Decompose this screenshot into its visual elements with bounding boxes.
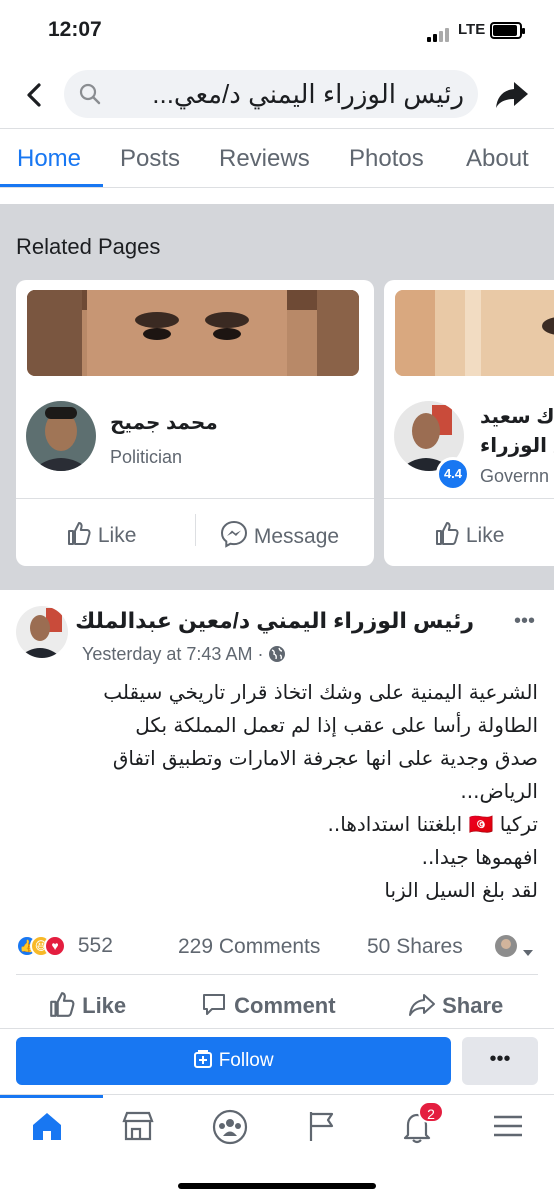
reactor-avatar-dropdown[interactable] xyxy=(494,934,534,963)
author-avatar[interactable] xyxy=(16,606,68,658)
comments-count[interactable]: 229 Comments xyxy=(178,935,320,959)
comment-action-label: Comment xyxy=(234,993,336,1018)
thumbs-up-icon xyxy=(50,992,75,1017)
thumbs-up-icon xyxy=(68,522,91,545)
post-line: صدق وجدية على انها عجرفة الامارات وتطبيق… xyxy=(112,746,538,770)
page-name-line2: س الوزراء xyxy=(480,435,554,457)
home-icon[interactable] xyxy=(30,1109,64,1143)
globe-icon xyxy=(269,646,286,662)
cover-photo xyxy=(395,290,554,376)
chevron-down-icon xyxy=(523,950,534,956)
back-arrow-icon[interactable] xyxy=(20,80,50,110)
like-button[interactable]: Like xyxy=(434,520,504,548)
notifications-badge: 2 xyxy=(418,1101,444,1123)
tab-about[interactable]: About xyxy=(466,145,529,173)
tab-photos[interactable]: Photos xyxy=(349,145,424,173)
battery-icon xyxy=(490,22,525,39)
like-label: Like xyxy=(97,524,137,547)
active-tab-indicator xyxy=(0,184,103,187)
flag-icon[interactable] xyxy=(306,1109,338,1143)
follow-label: Follow xyxy=(218,1050,274,1071)
more-options-button[interactable]: ••• xyxy=(462,1037,538,1085)
messenger-icon xyxy=(220,520,248,548)
post-line: الرياض... xyxy=(460,779,538,803)
post-line: تركيا 🇹🇳 ابلغتنا استدادها.. xyxy=(327,812,538,836)
follow-bar: Follow ••• xyxy=(0,1028,554,1094)
share-action[interactable]: Share xyxy=(408,990,503,1019)
marketplace-icon[interactable] xyxy=(121,1109,155,1143)
message-button[interactable]: Message xyxy=(220,520,339,549)
thumbs-up-icon xyxy=(436,522,459,545)
comment-action[interactable]: Comment xyxy=(200,990,336,1019)
bottom-navigation: 2 xyxy=(0,1094,554,1200)
post-line: الطاولة رأسا على عقب إذا لم تعمل المملكة… xyxy=(135,713,538,737)
divider xyxy=(16,498,374,499)
follow-button[interactable]: Follow xyxy=(16,1037,451,1085)
post-author[interactable]: رئيس الوزراء اليمني د/معين عبدالملك xyxy=(75,608,474,634)
tab-home[interactable]: Home xyxy=(17,145,81,173)
share-icon xyxy=(409,994,435,1016)
cover-photo xyxy=(27,290,359,376)
comment-icon xyxy=(203,994,225,1015)
follow-icon xyxy=(194,1050,213,1068)
search-input[interactable]: رئيس الوزراء اليمني د/معي... xyxy=(64,70,478,118)
divider xyxy=(195,514,196,546)
like-action[interactable]: Like xyxy=(48,990,126,1019)
page-name-line1: ك سعيد xyxy=(480,406,554,428)
tab-reviews[interactable]: Reviews xyxy=(219,145,310,173)
reactions-summary[interactable]: 👍😆 ♥ 552 xyxy=(16,934,113,958)
clock: 12:07 xyxy=(48,18,102,41)
shares-count[interactable]: 50 Shares xyxy=(367,935,463,959)
related-pages-section: Related Pages محمد جميح Politician Like xyxy=(0,204,554,590)
post-options-button[interactable]: ••• xyxy=(514,610,535,633)
home-indicator xyxy=(178,1183,376,1189)
active-tab-indicator xyxy=(0,1095,103,1098)
related-page-card[interactable]: محمد جميح Politician Like Message xyxy=(16,280,374,566)
tab-posts[interactable]: Posts xyxy=(120,145,180,173)
reactions-count: 552 xyxy=(77,934,113,957)
post-line: الشرعية اليمنية على وشك اتخاذ قرار تاريخ… xyxy=(103,680,538,704)
message-label: Message xyxy=(253,525,340,548)
post-time[interactable]: Yesterday at 7:43 AM xyxy=(82,644,252,664)
search-query: رئيس الوزراء اليمني د/معي... xyxy=(152,79,464,109)
related-page-card[interactable]: 4.4 ك سعيد س الوزراء Governn Like xyxy=(384,280,554,566)
page-tabs: Home Posts Reviews Photos About xyxy=(0,128,554,188)
status-bar: 12:07 LTE xyxy=(0,0,554,62)
top-bar: رئيس الوزراء اليمني د/معي... xyxy=(0,62,554,128)
page-category: Governn xyxy=(480,466,550,486)
avatar xyxy=(26,401,96,471)
network-label: LTE xyxy=(458,21,486,38)
related-pages-heading: Related Pages xyxy=(16,234,161,259)
menu-icon[interactable] xyxy=(492,1109,524,1143)
post-line: افهموها جيدا.. xyxy=(421,845,538,869)
like-action-label: Like xyxy=(82,993,127,1018)
post: رئيس الوزراء اليمني د/معين عبدالملك Yest… xyxy=(0,590,554,1028)
like-label: Like xyxy=(465,524,505,547)
share-action-label: Share xyxy=(442,993,504,1018)
post-body: الشرعية اليمنية على وشك اتخاذ قرار تاريخ… xyxy=(8,676,538,907)
like-button[interactable]: Like xyxy=(66,520,136,548)
page-name: محمد جميح xyxy=(110,412,218,434)
search-icon xyxy=(79,83,101,105)
reactor-avatar xyxy=(495,935,517,957)
page-category: Politician xyxy=(110,447,183,467)
rating-badge: 4.4 xyxy=(436,457,470,491)
share-icon[interactable] xyxy=(494,76,530,112)
post-meta: Yesterday at 7:43 AM · xyxy=(82,644,286,665)
divider xyxy=(384,498,554,499)
separator: · xyxy=(257,644,264,664)
groups-icon[interactable] xyxy=(212,1109,248,1145)
love-reaction-icon: ♥ xyxy=(44,935,66,958)
divider xyxy=(16,974,538,975)
post-line: لقد بلغ السيل الزبا xyxy=(384,878,538,902)
signal-icon xyxy=(427,24,451,42)
